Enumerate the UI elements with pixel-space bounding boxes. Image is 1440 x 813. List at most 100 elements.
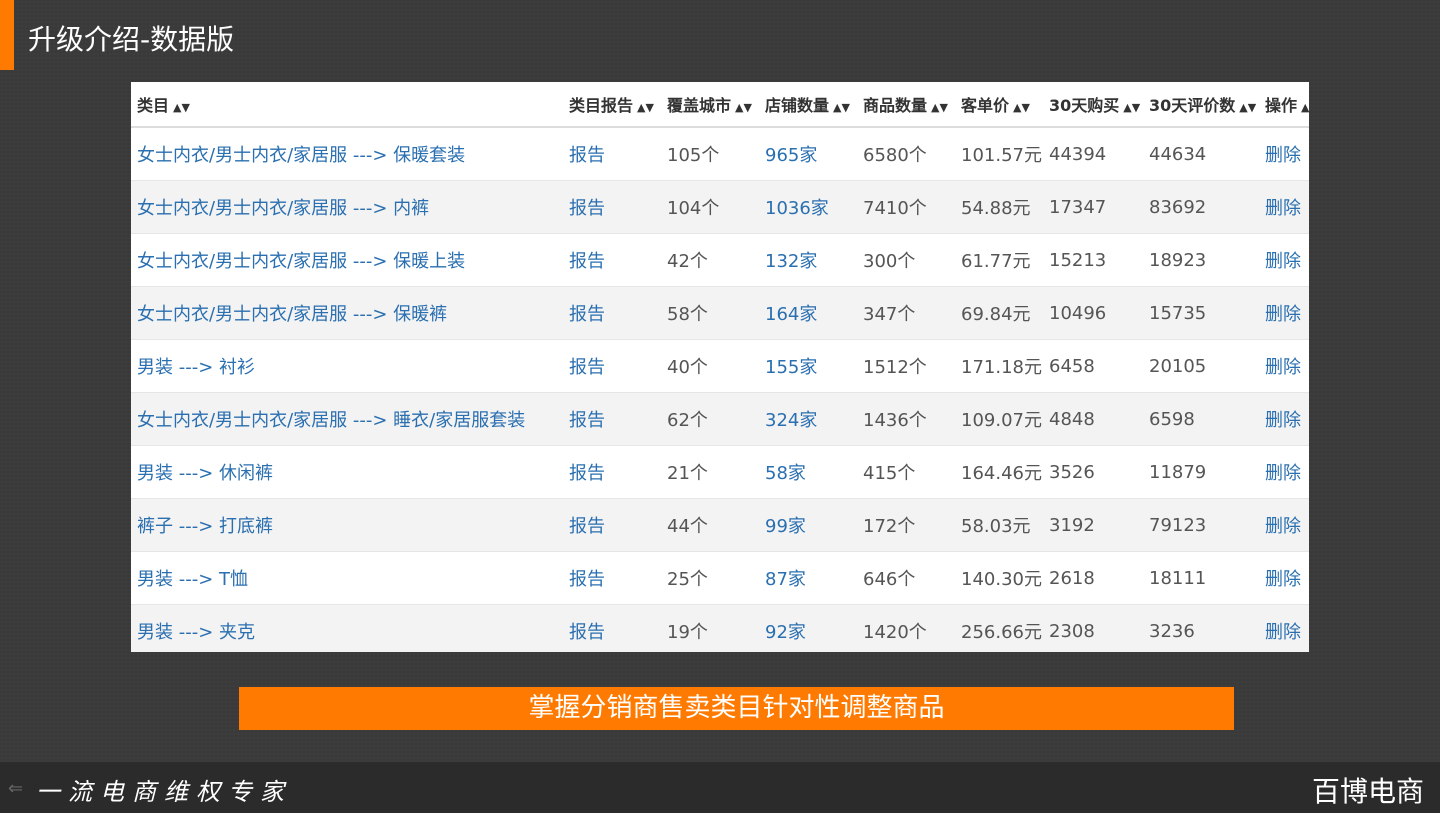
sort-icon[interactable]: ▲▼ — [833, 101, 850, 114]
cities-value: 58个 — [661, 286, 759, 340]
sort-icon[interactable]: ▲▼ — [931, 101, 948, 114]
review30-value: 79123 — [1143, 498, 1259, 552]
review30-value: 3236 — [1143, 604, 1259, 652]
sort-icon[interactable]: ▲▼ — [1013, 101, 1030, 114]
table-row: 女士内衣/男士内衣/家居服 ---> 保暖裤 报告 58个 164家 347个 … — [131, 286, 1309, 340]
review30-value: 20105 — [1143, 339, 1259, 393]
sort-icon[interactable]: ▲▼ — [735, 101, 752, 114]
arrow-left-icon: ⇐ — [8, 778, 24, 799]
shops-link[interactable]: 132家 — [759, 233, 857, 287]
category-table-panel: 类目 ▲▼ 类目报告 ▲▼ 覆盖城市 ▲▼ 店铺数量 ▲▼ 商品数量 ▲▼ 客单价 ▲▼ 3… — [131, 82, 1309, 652]
products-value: 1512个 — [857, 339, 955, 393]
buy30-value: 3526 — [1043, 445, 1143, 499]
col-header-report[interactable]: 类目报告 ▲▼ — [563, 82, 661, 128]
products-value: 347个 — [857, 286, 955, 340]
delete-link[interactable]: 删除 — [1259, 233, 1309, 287]
sort-icon[interactable]: ▲▼ — [637, 101, 654, 114]
sort-icon[interactable]: ▲▼ — [173, 101, 190, 114]
products-value: 6580个 — [857, 126, 955, 181]
shops-link[interactable]: 324家 — [759, 392, 857, 446]
caption-banner: 掌握分销商售卖类目针对性调整商品 — [239, 687, 1234, 730]
sort-icon[interactable]: ▲▼ — [1239, 101, 1256, 114]
col-header-buy30[interactable]: 30天购买 ▲▼ — [1043, 82, 1143, 128]
products-value: 300个 — [857, 233, 955, 287]
slide-title: 升级介绍-数据版 — [28, 23, 235, 56]
category-link[interactable]: 女士内衣/男士内衣/家居服 ---> 保暖套装 — [131, 126, 563, 181]
category-link[interactable]: 男装 ---> 衬衫 — [131, 339, 563, 393]
category-link[interactable]: 女士内衣/男士内衣/家居服 ---> 内裤 — [131, 180, 563, 234]
category-link[interactable]: 裤子 ---> 打底裤 — [131, 498, 563, 552]
buy30-value: 15213 — [1043, 233, 1143, 287]
delete-link[interactable]: 删除 — [1259, 339, 1309, 393]
report-link[interactable]: 报告 — [563, 392, 661, 446]
shops-link[interactable]: 155家 — [759, 339, 857, 393]
shops-link[interactable]: 58家 — [759, 445, 857, 499]
price-value: 101.57元 — [955, 126, 1043, 181]
review30-value: 18923 — [1143, 233, 1259, 287]
footer-slogan: 一流电商维权专家 — [36, 778, 292, 806]
col-header-price[interactable]: 客单价 ▲▼ — [955, 82, 1043, 128]
price-value: 61.77元 — [955, 233, 1043, 287]
report-link[interactable]: 报告 — [563, 498, 661, 552]
report-link[interactable]: 报告 — [563, 604, 661, 652]
review30-value: 18111 — [1143, 551, 1259, 605]
products-value: 1420个 — [857, 604, 955, 652]
buy30-value: 10496 — [1043, 286, 1143, 340]
buy30-value: 44394 — [1043, 126, 1143, 181]
report-link[interactable]: 报告 — [563, 180, 661, 234]
price-value: 109.07元 — [955, 392, 1043, 446]
category-link[interactable]: 女士内衣/男士内衣/家居服 ---> 保暖裤 — [131, 286, 563, 340]
price-value: 54.88元 — [955, 180, 1043, 234]
delete-link[interactable]: 删除 — [1259, 551, 1309, 605]
delete-link[interactable]: 删除 — [1259, 445, 1309, 499]
shops-link[interactable]: 164家 — [759, 286, 857, 340]
price-value: 140.30元 — [955, 551, 1043, 605]
category-table: 类目 ▲▼ 类目报告 ▲▼ 覆盖城市 ▲▼ 店铺数量 ▲▼ 商品数量 ▲▼ 客单价 ▲▼ 3… — [131, 82, 1309, 652]
col-header-products[interactable]: 商品数量 ▲▼ — [857, 82, 955, 128]
shops-link[interactable]: 1036家 — [759, 180, 857, 234]
table-row: 男装 ---> 休闲裤 报告 21个 58家 415个 164.46元 3526… — [131, 445, 1309, 499]
report-link[interactable]: 报告 — [563, 551, 661, 605]
buy30-value: 17347 — [1043, 180, 1143, 234]
col-header-shops[interactable]: 店铺数量 ▲▼ — [759, 82, 857, 128]
sort-icon[interactable]: ▲▼ — [1301, 101, 1309, 114]
report-link[interactable]: 报告 — [563, 286, 661, 340]
cities-value: 19个 — [661, 604, 759, 652]
price-value: 58.03元 — [955, 498, 1043, 552]
shops-link[interactable]: 87家 — [759, 551, 857, 605]
brand-name: 百博电商 — [1311, 775, 1424, 808]
delete-link[interactable]: 删除 — [1259, 286, 1309, 340]
shops-link[interactable]: 965家 — [759, 126, 857, 181]
buy30-value: 3192 — [1043, 498, 1143, 552]
delete-link[interactable]: 删除 — [1259, 180, 1309, 234]
report-link[interactable]: 报告 — [563, 233, 661, 287]
buy30-value: 4848 — [1043, 392, 1143, 446]
sort-icon[interactable]: ▲▼ — [1123, 101, 1140, 114]
category-link[interactable]: 女士内衣/男士内衣/家居服 ---> 睡衣/家居服套装 — [131, 392, 563, 446]
report-link[interactable]: 报告 — [563, 339, 661, 393]
shops-link[interactable]: 92家 — [759, 604, 857, 652]
col-header-review30[interactable]: 30天评价数 ▲▼ — [1143, 82, 1259, 128]
shops-link[interactable]: 99家 — [759, 498, 857, 552]
table-row: 女士内衣/男士内衣/家居服 ---> 睡衣/家居服套装 报告 62个 324家 … — [131, 392, 1309, 446]
report-link[interactable]: 报告 — [563, 445, 661, 499]
category-link[interactable]: 男装 ---> T恤 — [131, 551, 563, 605]
delete-link[interactable]: 删除 — [1259, 392, 1309, 446]
col-header-cities[interactable]: 覆盖城市 ▲▼ — [661, 82, 759, 128]
delete-link[interactable]: 删除 — [1259, 126, 1309, 181]
price-value: 256.66元 — [955, 604, 1043, 652]
category-link[interactable]: 女士内衣/男士内衣/家居服 ---> 保暖上装 — [131, 233, 563, 287]
cities-value: 104个 — [661, 180, 759, 234]
category-link[interactable]: 男装 ---> 休闲裤 — [131, 445, 563, 499]
report-link[interactable]: 报告 — [563, 126, 661, 181]
buy30-value: 2618 — [1043, 551, 1143, 605]
cities-value: 44个 — [661, 498, 759, 552]
col-header-action[interactable]: 操作▲▼ — [1259, 82, 1309, 128]
delete-link[interactable]: 删除 — [1259, 604, 1309, 652]
table-row: 女士内衣/男士内衣/家居服 ---> 内裤 报告 104个 1036家 7410… — [131, 180, 1309, 234]
review30-value: 83692 — [1143, 180, 1259, 234]
price-value: 164.46元 — [955, 445, 1043, 499]
category-link[interactable]: 男装 ---> 夹克 — [131, 604, 563, 652]
delete-link[interactable]: 删除 — [1259, 498, 1309, 552]
col-header-category[interactable]: 类目 ▲▼ — [131, 82, 563, 128]
